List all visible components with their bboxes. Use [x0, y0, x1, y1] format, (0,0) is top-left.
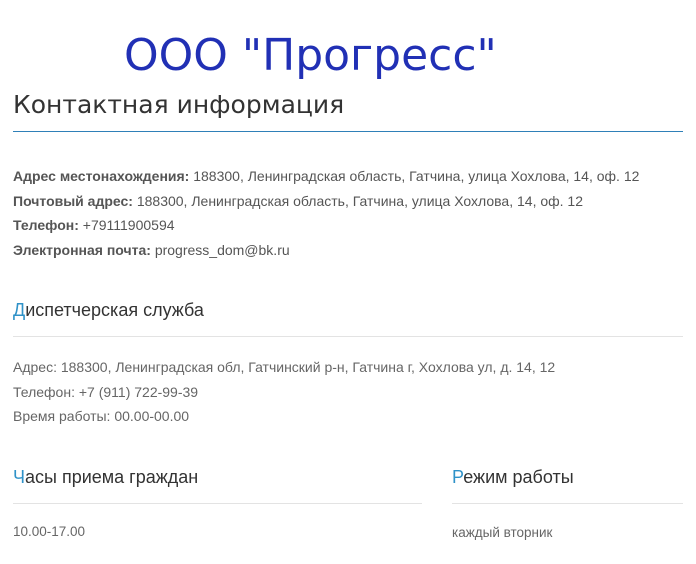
address-value: 188300, Ленинградская область, Гатчина, … — [193, 168, 640, 184]
dispatch-address: Адрес: 188300, Ленинградская обл, Гатчин… — [13, 359, 556, 375]
contact-heading-divider — [13, 131, 683, 132]
phone-label: Телефон: — [13, 217, 79, 233]
phone-row: Телефон: +79111900594 — [13, 213, 639, 238]
company-title: ООО "Прогресс" — [124, 30, 497, 81]
email-row: Электронная почта: progress_dom@bk.ru — [13, 238, 639, 263]
postal-address-row: Почтовый адрес: 188300, Ленинградская об… — [13, 189, 639, 214]
contact-details: Адрес местонахождения: 188300, Ленинград… — [13, 164, 639, 262]
dispatch-details: Адрес: 188300, Ленинградская обл, Гатчин… — [13, 355, 555, 429]
dispatch-heading-initial: Д — [13, 300, 26, 320]
reception-heading-divider — [13, 503, 422, 504]
email-value: progress_dom@bk.ru — [154, 241, 290, 258]
schedule-heading-divider — [452, 503, 683, 504]
phone-value: +79111900594 — [82, 217, 175, 233]
reception-heading-rest: асы приема граждан — [25, 467, 199, 487]
dispatch-heading-rest: испетчерская служба — [25, 300, 204, 320]
reception-hours-heading: Часы приема граждан — [13, 465, 198, 489]
postal-address-value: 188300, Ленинградская область, Гатчина, … — [136, 192, 583, 209]
postal-address-label: Почтовый адрес: — [13, 192, 133, 209]
schedule-heading-rest: ежим работы — [463, 467, 574, 487]
contact-info-heading: Контактная информация — [13, 90, 345, 119]
schedule-heading-initial: Р — [452, 467, 464, 487]
dispatch-phone: Телефон: +7 (911) 722-99-39 — [13, 383, 199, 400]
email-label: Электронная почта: — [13, 241, 151, 258]
address-row: Адрес местонахождения: 188300, Ленинград… — [13, 164, 639, 189]
address-label: Адрес местонахождения: — [13, 168, 190, 184]
work-schedule-heading: Режим работы — [452, 465, 574, 489]
reception-heading-initial: Ч — [13, 467, 25, 487]
work-schedule-value: каждый вторник — [452, 525, 553, 540]
dispatch-heading-divider — [13, 336, 683, 337]
reception-hours-value: 10.00-17.00 — [13, 524, 86, 539]
dispatch-service-heading: Диспетчерская служба — [13, 298, 204, 322]
dispatch-hours: Время работы: 00.00-00.00 — [13, 408, 190, 424]
